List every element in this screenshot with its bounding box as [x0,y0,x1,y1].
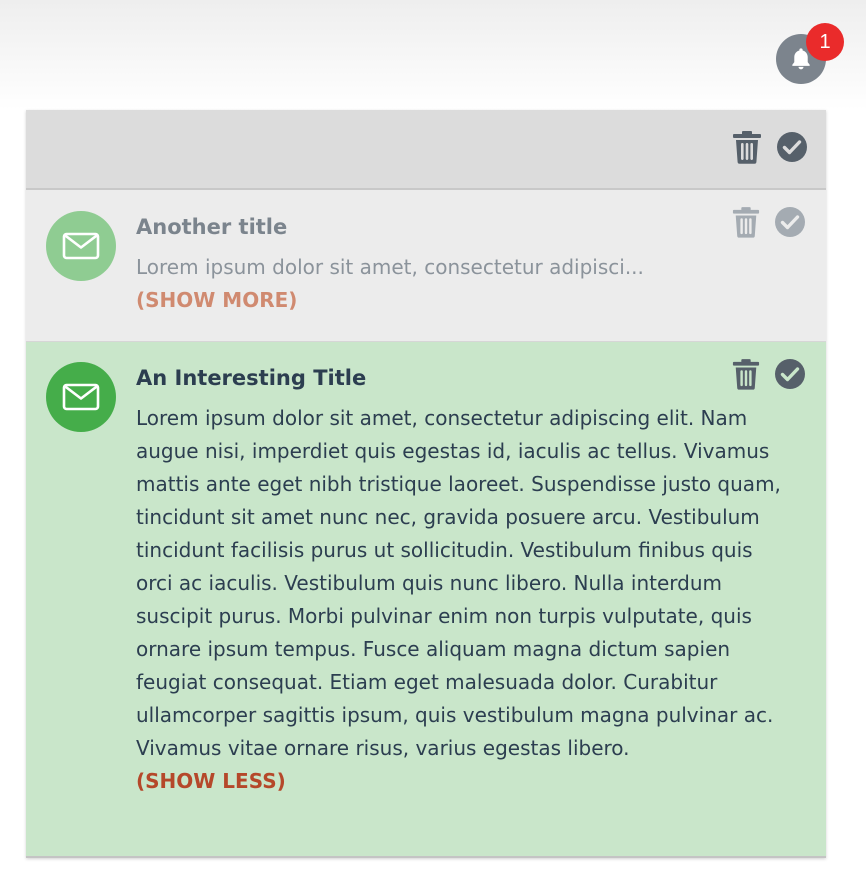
panel-header [26,110,826,190]
delete-notification-button[interactable] [732,206,760,238]
notification-bell[interactable]: 1 [776,23,844,84]
notification-content: Another title Lorem ipsum dolor sit amet… [136,211,786,316]
delete-all-button[interactable] [732,130,762,164]
check-circle-icon [775,359,805,389]
delete-notification-button[interactable] [732,358,760,390]
notification-avatar [46,211,116,281]
mark-read-button[interactable] [774,206,806,238]
mark-all-read-button[interactable] [776,131,808,163]
notification-count-badge: 1 [806,23,844,61]
envelope-icon [62,383,100,411]
notification-item[interactable]: Another title Lorem ipsum dolor sit amet… [26,190,826,342]
check-circle-icon [775,207,805,237]
header-actions [732,130,808,164]
notification-text: Lorem ipsum dolor sit amet, consectetur … [136,406,781,760]
notification-actions [732,358,806,390]
notifications-panel: Another title Lorem ipsum dolor sit amet… [26,110,826,858]
mark-read-button[interactable] [774,358,806,390]
notification-text: Lorem ipsum dolor sit amet, consectetur … [136,255,644,279]
show-more-link[interactable]: (SHOW MORE) [136,284,297,316]
envelope-icon [62,232,100,260]
trash-icon [732,207,760,238]
trash-icon [732,359,760,390]
notification-title: An Interesting Title [136,366,367,390]
notification-title: Another title [136,215,288,239]
show-less-link[interactable]: (SHOW LESS) [136,765,286,797]
notification-avatar [46,362,116,432]
check-circle-icon [777,132,807,162]
notification-actions [732,206,806,238]
notification-item[interactable]: An Interesting Title Lorem ipsum dolor s… [26,342,826,858]
trash-icon [733,131,761,164]
notification-content: An Interesting Title Lorem ipsum dolor s… [136,362,786,797]
